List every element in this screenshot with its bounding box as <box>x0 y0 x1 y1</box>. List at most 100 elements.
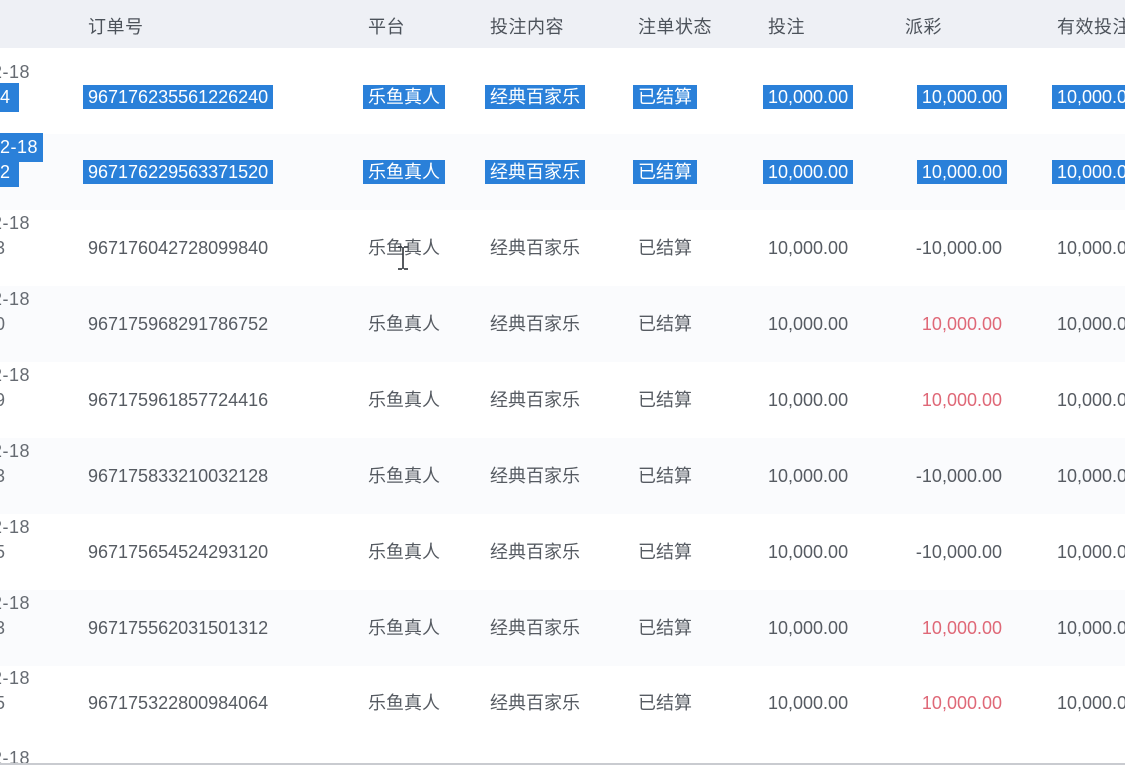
time-fragment: 4 <box>0 83 19 112</box>
date-fragment: 2-18 <box>0 666 30 691</box>
cell-platform: 乐鱼真人 <box>368 312 440 337</box>
cell-valid-bet: 10,000.00 <box>1052 85 1125 109</box>
cell-order-number: 967175833210032128 <box>88 464 268 489</box>
status-badge: 已结算 <box>638 312 692 337</box>
status-badge: 已结算 <box>638 691 692 716</box>
table-row[interactable]: 2-18 0 967175968291786752 乐鱼真人 经典百家乐 已结算… <box>0 286 1125 362</box>
status-badge: 已结算 <box>638 540 692 565</box>
status-badge: 已结算 <box>638 464 692 489</box>
cell-bet-amount: 10,000.00 <box>768 236 848 261</box>
col-header-platform: 平台 <box>368 13 405 39</box>
cell-valid-bet: 10,000.00 <box>1057 691 1125 716</box>
cell-payout: -10,000.00 <box>855 464 1002 489</box>
cell-platform: 乐鱼真人 <box>368 691 440 716</box>
col-header-status: 注单状态 <box>638 13 712 39</box>
cell-order-number: 967176042728099840 <box>88 236 268 261</box>
cell-order-number: 967176235561226240 <box>83 85 273 109</box>
cell-datetime: 2-18 9 <box>0 363 30 414</box>
cell-datetime: 2-18 5 <box>0 515 30 566</box>
bottom-mask <box>0 765 1125 775</box>
cell-datetime: 2-18 4 <box>0 60 30 111</box>
table-row[interactable]: 2-18 3 967175562031501312 乐鱼真人 经典百家乐 已结算… <box>0 590 1125 666</box>
time-fragment: 5 <box>0 540 6 565</box>
time-fragment: 0 <box>0 312 6 337</box>
cell-platform: 乐鱼真人 <box>363 160 445 184</box>
col-header-valid-bet: 有效投注 <box>1057 13 1125 39</box>
cell-bet-amount: 10,000.00 <box>768 312 848 337</box>
col-header-order: 订单号 <box>88 13 144 39</box>
date-fragment: 2-18 <box>0 439 30 464</box>
status-badge: 已结算 <box>633 85 697 109</box>
cell-payout: 10,000.00 <box>917 85 1007 109</box>
date-fragment: 2-18 <box>0 515 30 540</box>
date-fragment: 2-18 <box>0 211 30 236</box>
cell-valid-bet: 10,000.00 <box>1057 540 1125 565</box>
cell-order-number: 967175322800984064 <box>88 691 268 716</box>
time-fragment: 5 <box>0 691 6 716</box>
cell-payout: 10,000.00 <box>917 160 1007 184</box>
cell-valid-bet: 10,000.00 <box>1057 388 1125 413</box>
cell-datetime: 2-18 3 <box>0 211 30 262</box>
time-fragment: 3 <box>0 616 6 641</box>
cell-bet-content: 经典百家乐 <box>490 691 580 716</box>
text-cursor-icon <box>396 246 410 270</box>
status-badge: 已结算 <box>633 160 697 184</box>
cell-payout: -10,000.00 <box>855 236 1002 261</box>
cell-datetime: 2-18 0 <box>0 287 30 338</box>
status-badge: 已结算 <box>638 388 692 413</box>
cell-datetime: 2-18 3 <box>0 591 30 642</box>
table-header: 订单号 平台 投注内容 注单状态 投注 派彩 有效投注 <box>0 0 1125 48</box>
cell-order-number: 967175562031501312 <box>88 616 268 641</box>
col-header-content: 投注内容 <box>490 13 564 39</box>
cell-valid-bet: 10,000.00 <box>1057 312 1125 337</box>
col-header-bet: 投注 <box>768 13 805 39</box>
cell-platform: 乐鱼真人 <box>368 616 440 641</box>
cell-payout: 10,000.00 <box>855 616 1002 641</box>
cell-payout: -10,000.00 <box>855 540 1002 565</box>
cell-valid-bet: 10,000.00 <box>1057 236 1125 261</box>
cell-platform: 乐鱼真人 <box>368 540 440 565</box>
cell-bet-amount: 10,000.00 <box>768 388 848 413</box>
cell-datetime: 2-18 3 <box>0 439 30 490</box>
cell-datetime: 2-18 2 <box>0 135 38 186</box>
time-fragment: 9 <box>0 388 6 413</box>
cell-bet-content: 经典百家乐 <box>490 616 580 641</box>
cell-bet-amount: 10,000.00 <box>768 464 848 489</box>
date-fragment: 2-18 <box>0 363 30 388</box>
cell-order-number: 967176229563371520 <box>83 160 273 184</box>
cell-bet-content: 经典百家乐 <box>490 388 580 413</box>
cell-order-number: 967175961857724416 <box>88 388 268 413</box>
table-row[interactable]: 2-18 5 967175654524293120 乐鱼真人 经典百家乐 已结算… <box>0 514 1125 590</box>
cell-payout: 10,000.00 <box>855 388 1002 413</box>
cell-bet-amount: 10,000.00 <box>768 691 848 716</box>
cell-valid-bet: 10,000.00 <box>1057 464 1125 489</box>
status-badge: 已结算 <box>638 236 692 261</box>
cell-bet-content: 经典百家乐 <box>490 540 580 565</box>
date-fragment: 2-18 <box>0 591 30 616</box>
cell-platform: 乐鱼真人 <box>368 388 440 413</box>
table-row[interactable]: 2-18 3 967175833210032128 乐鱼真人 经典百家乐 已结算… <box>0 438 1125 514</box>
cell-platform: 乐鱼真人 <box>368 464 440 489</box>
cell-valid-bet: 10,000.00 <box>1057 616 1125 641</box>
cell-payout: 10,000.00 <box>855 312 1002 337</box>
col-header-payout: 派彩 <box>905 13 942 39</box>
cell-bet-amount: 10,000.00 <box>768 540 848 565</box>
table-row[interactable]: 2-18 5 967175322800984064 乐鱼真人 经典百家乐 已结算… <box>0 665 1125 741</box>
cell-bet-content: 经典百家乐 <box>490 312 580 337</box>
cell-platform: 乐鱼真人 <box>363 85 445 109</box>
cell-order-number: 967175968291786752 <box>88 312 268 337</box>
time-fragment: 3 <box>0 236 6 261</box>
table-row[interactable]: 2-18 3 967176042728099840 乐鱼真人 经典百家乐 已结算… <box>0 210 1125 286</box>
table-row[interactable]: 2-18 9 967175961857724416 乐鱼真人 经典百家乐 已结算… <box>0 362 1125 438</box>
cell-bet-content: 经典百家乐 <box>485 160 585 184</box>
table-row[interactable]: 2-18 4 967176235561226240 乐鱼真人 经典百家乐 已结算… <box>0 59 1125 135</box>
table-row[interactable]: 2-18 2 967176229563371520 乐鱼真人 经典百家乐 已结算… <box>0 134 1125 210</box>
cell-bet-content: 经典百家乐 <box>490 236 580 261</box>
cell-payout: 10,000.00 <box>855 691 1002 716</box>
time-fragment: 3 <box>0 464 6 489</box>
cell-valid-bet: 10,000.00 <box>1052 160 1125 184</box>
date-fragment: 2-18 <box>0 287 30 312</box>
status-badge: 已结算 <box>638 616 692 641</box>
date-fragment: 2-18 <box>0 60 30 85</box>
time-fragment: 2 <box>0 158 19 187</box>
